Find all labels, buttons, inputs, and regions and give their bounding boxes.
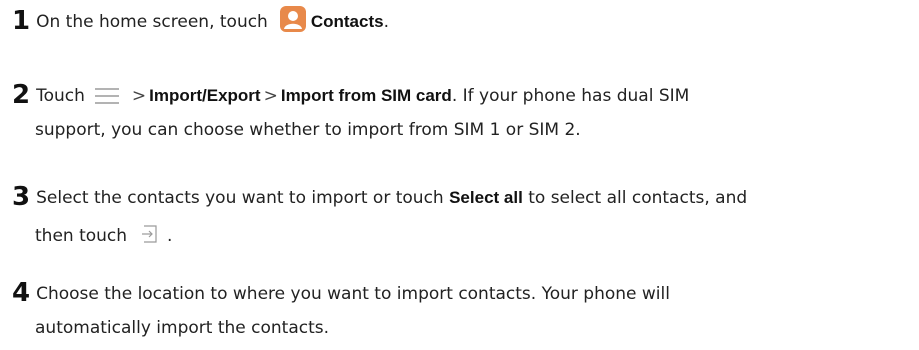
- step-1: 1 On the home screen, touch Contacts.: [12, 4, 909, 39]
- step-3: 3 Select the contacts you want to import …: [12, 180, 909, 253]
- import-from-sim-label: Import from SIM card: [280, 86, 452, 105]
- step-text: then touch: [35, 226, 128, 246]
- step-2-line-1: 2 Touch > Import/Export > Import from SIM car…: [12, 78, 909, 113]
- step-text-suffix: . If your phone has dual SIM: [451, 86, 690, 106]
- separator: >: [263, 86, 278, 106]
- step-number: 3: [12, 182, 31, 212]
- step-text: support, you can choose whether to impor…: [35, 120, 581, 140]
- step-text: automatically import the contacts.: [35, 318, 330, 338]
- step-2: 2 Touch > Import/Export > Import from SIM car…: [12, 78, 909, 147]
- step-4-line-2: automatically import the contacts.: [12, 311, 909, 345]
- import-export-label: Import/Export: [149, 86, 261, 105]
- step-number: 1: [12, 6, 31, 36]
- step-text: On the home screen, touch: [36, 12, 268, 32]
- contacts-app-icon: [279, 6, 306, 32]
- step-text-suffix: to select all contacts, and: [528, 188, 748, 208]
- step-number: 4: [12, 278, 31, 308]
- step-text: Select the contacts you want to import o…: [36, 188, 444, 208]
- menu-icon: [93, 84, 121, 104]
- step-text-suffix: .: [167, 226, 173, 246]
- separator: >: [131, 86, 147, 106]
- step-2-line-2: support, you can choose whether to impor…: [12, 113, 909, 147]
- step-4: 4 Choose the location to where you want t…: [12, 276, 909, 345]
- contacts-label: Contacts: [310, 12, 384, 31]
- step-3-line-2: then touch.: [12, 219, 909, 253]
- step-text: Choose the location to where you want to…: [36, 284, 670, 304]
- import-icon: [139, 223, 161, 245]
- step-1-line: 1 On the home screen, touch Contacts.: [12, 4, 909, 39]
- step-text-suffix: .: [383, 12, 389, 32]
- step-text: Touch: [36, 86, 85, 106]
- step-3-line-1: 3 Select the contacts you want to import …: [12, 180, 909, 215]
- select-all-label: Select all: [449, 188, 523, 207]
- step-number: 2: [12, 80, 31, 110]
- step-4-line-1: 4 Choose the location to where you want t…: [12, 276, 909, 311]
